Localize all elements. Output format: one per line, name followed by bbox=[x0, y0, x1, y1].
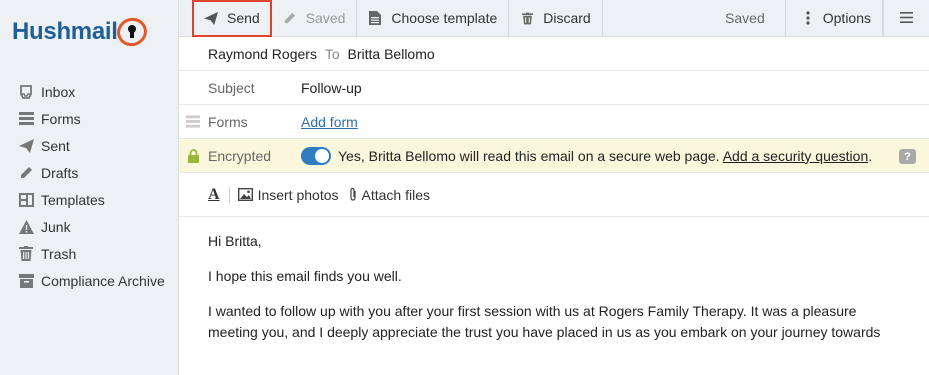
hushmail-logo[interactable]: Hushmail bbox=[12, 14, 151, 50]
sidebar-item-label: Forms bbox=[41, 110, 81, 127]
sidebar-item-compliance-archive[interactable]: Compliance Archive bbox=[0, 267, 179, 294]
save-status: Saved bbox=[725, 0, 786, 37]
sidebar-item-junk[interactable]: Junk bbox=[0, 213, 179, 240]
forms-icon bbox=[18, 111, 34, 127]
trash-icon bbox=[18, 246, 34, 262]
sidebar-item-forms[interactable]: Forms bbox=[0, 105, 179, 132]
choose-template-button[interactable]: Choose template bbox=[357, 0, 510, 37]
templates-icon bbox=[18, 192, 34, 208]
pencil-icon bbox=[18, 165, 34, 181]
encrypted-toggle[interactable] bbox=[301, 147, 331, 165]
pencil-icon bbox=[283, 11, 297, 25]
sidebar-item-templates[interactable]: Templates bbox=[0, 186, 179, 213]
encrypted-row: Encrypted Yes, Britta Bellomo will read … bbox=[179, 139, 929, 173]
trash-icon bbox=[520, 11, 534, 25]
sidebar-item-label: Drafts bbox=[41, 164, 79, 181]
sidebar-item-label: Templates bbox=[41, 191, 105, 208]
paperclip-icon bbox=[349, 187, 357, 202]
insert-photos-label: Insert photos bbox=[257, 186, 339, 203]
sidebar-item-label: Compliance Archive bbox=[41, 272, 165, 289]
save-button[interactable]: Saved bbox=[272, 0, 358, 37]
divider bbox=[228, 186, 230, 203]
logo-text: Hushmail bbox=[12, 18, 118, 45]
body-paragraph: I wanted to follow up with you after you… bbox=[208, 303, 881, 340]
sidebar-item-sent[interactable]: Sent bbox=[0, 132, 179, 159]
sidebar-nav: Inbox Forms Sent Drafts Templates Junk T… bbox=[0, 78, 179, 294]
encrypted-description: Yes, Britta Bellomo will read this email… bbox=[338, 147, 873, 164]
document-icon bbox=[368, 11, 382, 25]
add-form-link[interactable]: Add form bbox=[301, 114, 358, 130]
from-to-row: Raymond Rogers To Britta Bellomo bbox=[179, 37, 929, 71]
image-icon bbox=[237, 188, 253, 201]
body-paragraph: I hope this email finds you well. bbox=[208, 268, 402, 284]
from-to: Raymond Rogers To Britta Bellomo bbox=[179, 46, 435, 62]
recipient-name[interactable]: Britta Bellomo bbox=[348, 46, 435, 62]
compose-area: Raymond Rogers To Britta Bellomo Subject… bbox=[179, 37, 929, 343]
subject-row: Subject Follow-up bbox=[179, 71, 929, 105]
attach-files-button[interactable]: Attach files bbox=[349, 187, 430, 203]
sidebar: Hushmail Inbox Forms Sent Drafts Templat… bbox=[0, 0, 179, 375]
encrypted-message: Yes, Britta Bellomo will read this email… bbox=[338, 147, 720, 164]
sidebar-item-trash[interactable]: Trash bbox=[0, 240, 179, 267]
insert-photos-button[interactable]: Insert photos bbox=[237, 186, 339, 203]
message-body[interactable]: Hi Britta, I hope this email finds you w… bbox=[179, 217, 899, 343]
inbox-icon bbox=[18, 84, 34, 100]
sidebar-item-label: Sent bbox=[41, 137, 70, 154]
attach-files-label: Attach files bbox=[361, 186, 430, 203]
forms-row: Forms Add form bbox=[179, 105, 929, 139]
lock-icon bbox=[186, 148, 200, 163]
sidebar-item-drafts[interactable]: Drafts bbox=[0, 159, 179, 186]
sidebar-item-label: Inbox bbox=[41, 83, 76, 100]
save-label: Saved bbox=[305, 10, 346, 26]
warning-icon bbox=[18, 219, 34, 235]
send-icon bbox=[18, 138, 34, 154]
archive-icon bbox=[18, 273, 34, 289]
menu-button[interactable] bbox=[883, 0, 929, 37]
encrypted-label: Encrypted bbox=[208, 147, 272, 164]
options-button[interactable]: Options bbox=[786, 0, 883, 37]
forms-label: Forms bbox=[208, 113, 248, 130]
discard-label: Discard bbox=[543, 10, 591, 26]
format-toolbar: A Insert photos Attach files bbox=[179, 173, 929, 217]
hamburger-menu-icon bbox=[900, 10, 913, 26]
sender-name[interactable]: Raymond Rogers bbox=[208, 46, 317, 62]
send-label: Send bbox=[227, 10, 260, 26]
send-icon bbox=[204, 11, 218, 25]
help-icon[interactable]: ? bbox=[899, 149, 916, 164]
compose-toolbar: Send Saved Choose template Discard Saved… bbox=[179, 0, 929, 37]
sidebar-item-label: Trash bbox=[41, 245, 77, 262]
more-vertical-icon bbox=[801, 11, 815, 25]
logo-keyhole-icon bbox=[113, 14, 151, 50]
send-button[interactable]: Send bbox=[192, 0, 272, 37]
forms-icon bbox=[186, 115, 200, 129]
text-format-button[interactable]: A bbox=[208, 186, 220, 204]
body-greeting: Hi Britta, bbox=[208, 233, 262, 249]
choose-template-label: Choose template bbox=[391, 10, 498, 26]
options-label: Options bbox=[822, 10, 871, 26]
subject-input[interactable]: Follow-up bbox=[301, 80, 362, 96]
discard-button[interactable]: Discard bbox=[509, 0, 603, 37]
subject-label: Subject bbox=[208, 79, 255, 96]
sidebar-item-inbox[interactable]: Inbox bbox=[0, 78, 179, 105]
sidebar-item-label: Junk bbox=[41, 218, 71, 235]
add-security-question-link[interactable]: Add a security question bbox=[723, 148, 869, 164]
to-label: To bbox=[324, 45, 340, 62]
